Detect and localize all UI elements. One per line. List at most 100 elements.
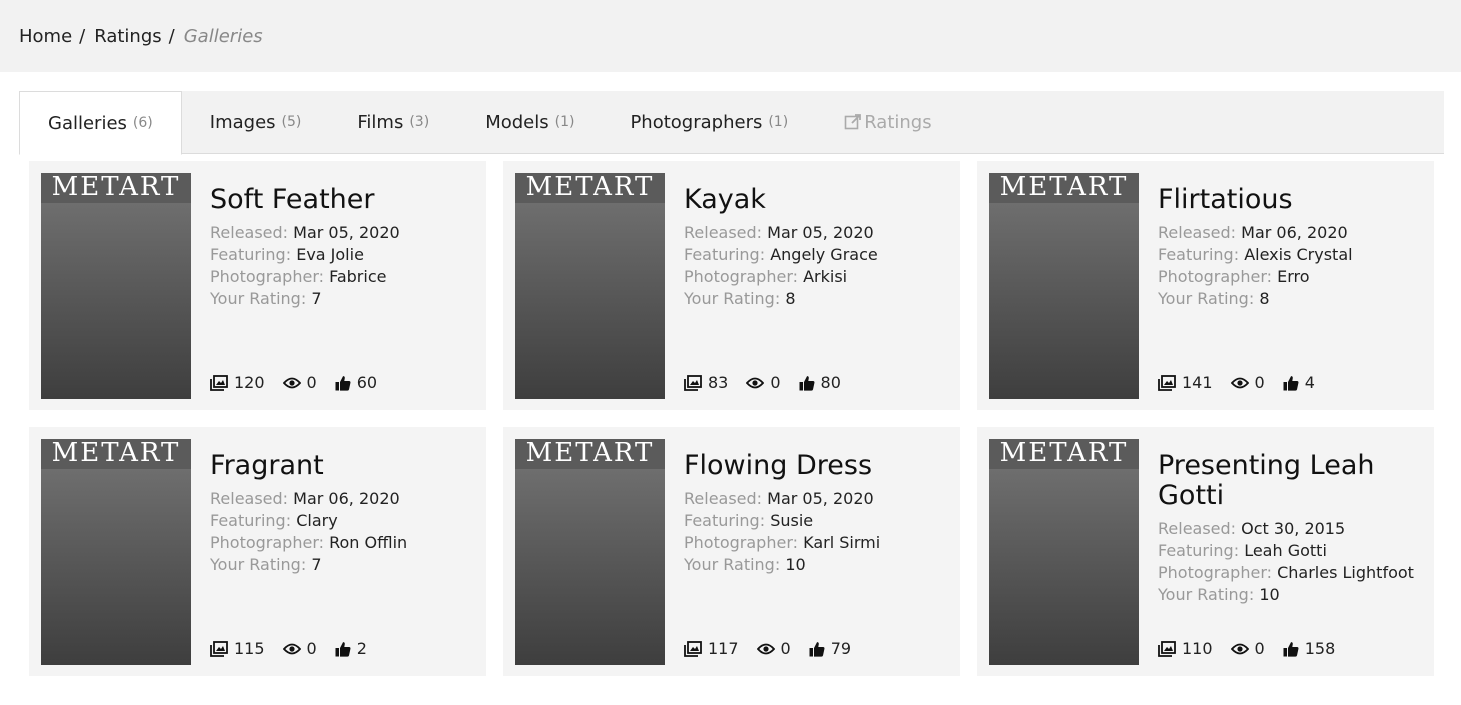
image-count-value: 120 — [234, 373, 265, 392]
photographer-label: Photographer: — [210, 533, 325, 552]
cover-placeholder — [515, 203, 665, 399]
gallery-info: Presenting Leah Gotti Released: Oct 30, … — [1158, 439, 1422, 664]
tab-count: (5) — [281, 114, 302, 130]
image-count-value: 117 — [708, 639, 739, 658]
thumbs-up-icon[interactable] — [335, 375, 351, 391]
rating-row: Your Rating: 10 — [684, 554, 948, 576]
like-count[interactable]: 2 — [335, 639, 367, 658]
rating-row: Your Rating: 7 — [210, 554, 474, 576]
view-count-value: 0 — [780, 639, 791, 658]
released-row: Released: Mar 05, 2020 — [210, 222, 474, 244]
tab-images[interactable]: Images (5) — [182, 91, 330, 153]
photographer-value[interactable]: Karl Sirmi — [803, 533, 880, 552]
view-count: 0 — [1230, 373, 1265, 392]
featuring-value[interactable]: Susie — [770, 511, 813, 530]
breadcrumb-ratings-link[interactable]: Ratings — [94, 26, 161, 47]
rating-row: Your Rating: 10 — [1158, 584, 1422, 606]
gallery-title[interactable]: Flirtatious — [1158, 185, 1422, 215]
gallery-stats: 120 0 60 — [210, 373, 395, 392]
tab-label: Models — [485, 111, 549, 133]
tab-models[interactable]: Models (1) — [457, 91, 602, 153]
eye-icon — [282, 643, 301, 654]
thumbs-up-icon[interactable] — [1283, 375, 1299, 391]
gallery-title[interactable]: Presenting Leah Gotti — [1158, 451, 1422, 511]
eye-icon — [1230, 377, 1249, 388]
rating-label: Your Rating: — [684, 555, 781, 574]
gallery-title[interactable]: Kayak — [684, 185, 948, 215]
featuring-label: Featuring: — [684, 511, 766, 530]
photographer-row: Photographer: Arkisi — [684, 266, 948, 288]
featuring-value[interactable]: Angely Grace — [770, 245, 878, 264]
released-label: Released: — [1158, 223, 1237, 242]
eye-icon — [756, 643, 775, 654]
featuring-value[interactable]: Clary — [296, 511, 337, 530]
released-row: Released: Mar 06, 2020 — [1158, 222, 1422, 244]
gallery-cover-image[interactable]: METART — [515, 173, 665, 399]
images-icon — [210, 374, 228, 391]
released-label: Released: — [210, 489, 289, 508]
like-count[interactable]: 4 — [1283, 373, 1315, 392]
tab-ratings-external[interactable]: Ratings — [816, 91, 959, 153]
gallery-info: Flowing Dress Released: Mar 05, 2020 Fea… — [684, 439, 948, 664]
images-icon — [1158, 374, 1176, 391]
gallery-cover-image[interactable]: METART — [515, 439, 665, 665]
breadcrumb-current: Galleries — [183, 25, 263, 47]
tab-photographers[interactable]: Photographers (1) — [602, 91, 816, 153]
gallery-cover-image[interactable]: METART — [41, 439, 191, 665]
tab-galleries[interactable]: Galleries (6) — [19, 91, 182, 155]
thumbs-up-icon[interactable] — [1283, 641, 1299, 657]
released-label: Released: — [684, 223, 763, 242]
gallery-info: Soft Feather Released: Mar 05, 2020 Feat… — [210, 173, 474, 398]
featuring-value[interactable]: Alexis Crystal — [1244, 245, 1352, 264]
photographer-value[interactable]: Arkisi — [803, 267, 847, 286]
featuring-value[interactable]: Leah Gotti — [1244, 541, 1327, 560]
like-count[interactable]: 80 — [799, 373, 841, 392]
gallery-cover-image[interactable]: METART — [989, 173, 1139, 399]
external-link-icon — [844, 114, 862, 130]
gallery-card: METART Fragrant Released: Mar 06, 2020 F… — [29, 427, 486, 676]
cover-masthead: METART — [525, 173, 655, 202]
breadcrumb-home-link[interactable]: Home — [19, 26, 72, 47]
view-count-value: 0 — [306, 373, 317, 392]
gallery-stats: 110 0 158 — [1158, 639, 1353, 658]
eye-icon — [282, 377, 301, 388]
photographer-value[interactable]: Erro — [1277, 267, 1309, 286]
photographer-value[interactable]: Fabrice — [329, 267, 386, 286]
cover-masthead: METART — [525, 439, 655, 468]
gallery-title[interactable]: Flowing Dress — [684, 451, 948, 481]
like-count[interactable]: 60 — [335, 373, 377, 392]
image-count: 120 — [210, 373, 265, 392]
like-count-value: 79 — [830, 639, 852, 658]
released-row: Released: Mar 06, 2020 — [210, 488, 474, 510]
released-row: Released: Oct 30, 2015 — [1158, 518, 1422, 540]
gallery-cover-image[interactable]: METART — [989, 439, 1139, 665]
tab-films[interactable]: Films (3) — [329, 91, 457, 153]
released-label: Released: — [210, 223, 289, 242]
photographer-label: Photographer: — [1158, 563, 1273, 582]
cover-placeholder — [41, 469, 191, 665]
released-value: Oct 30, 2015 — [1241, 519, 1346, 538]
photographer-value[interactable]: Charles Lightfoot — [1277, 563, 1414, 582]
cover-placeholder — [41, 203, 191, 399]
gallery-info: Flirtatious Released: Mar 06, 2020 Featu… — [1158, 173, 1422, 398]
featuring-label: Featuring: — [210, 245, 292, 264]
thumbs-up-icon[interactable] — [809, 641, 825, 657]
view-count: 0 — [756, 639, 791, 658]
gallery-title[interactable]: Soft Feather — [210, 185, 474, 215]
eye-icon — [746, 377, 765, 388]
rating-row: Your Rating: 7 — [210, 288, 474, 310]
gallery-title[interactable]: Fragrant — [210, 451, 474, 481]
featuring-value[interactable]: Eva Jolie — [296, 245, 364, 264]
photographer-row: Photographer: Fabrice — [210, 266, 474, 288]
photographer-value[interactable]: Ron Offlin — [329, 533, 407, 552]
rating-row: Your Rating: 8 — [684, 288, 948, 310]
gallery-cover-image[interactable]: METART — [41, 173, 191, 399]
like-count[interactable]: 79 — [809, 639, 851, 658]
thumbs-up-icon[interactable] — [799, 375, 815, 391]
thumbs-up-icon[interactable] — [335, 641, 351, 657]
breadcrumb-separator: / — [168, 25, 175, 47]
gallery-stats: 83 0 80 — [684, 373, 859, 392]
rating-label: Your Rating: — [210, 289, 307, 308]
view-count: 0 — [282, 639, 317, 658]
like-count[interactable]: 158 — [1283, 639, 1335, 658]
